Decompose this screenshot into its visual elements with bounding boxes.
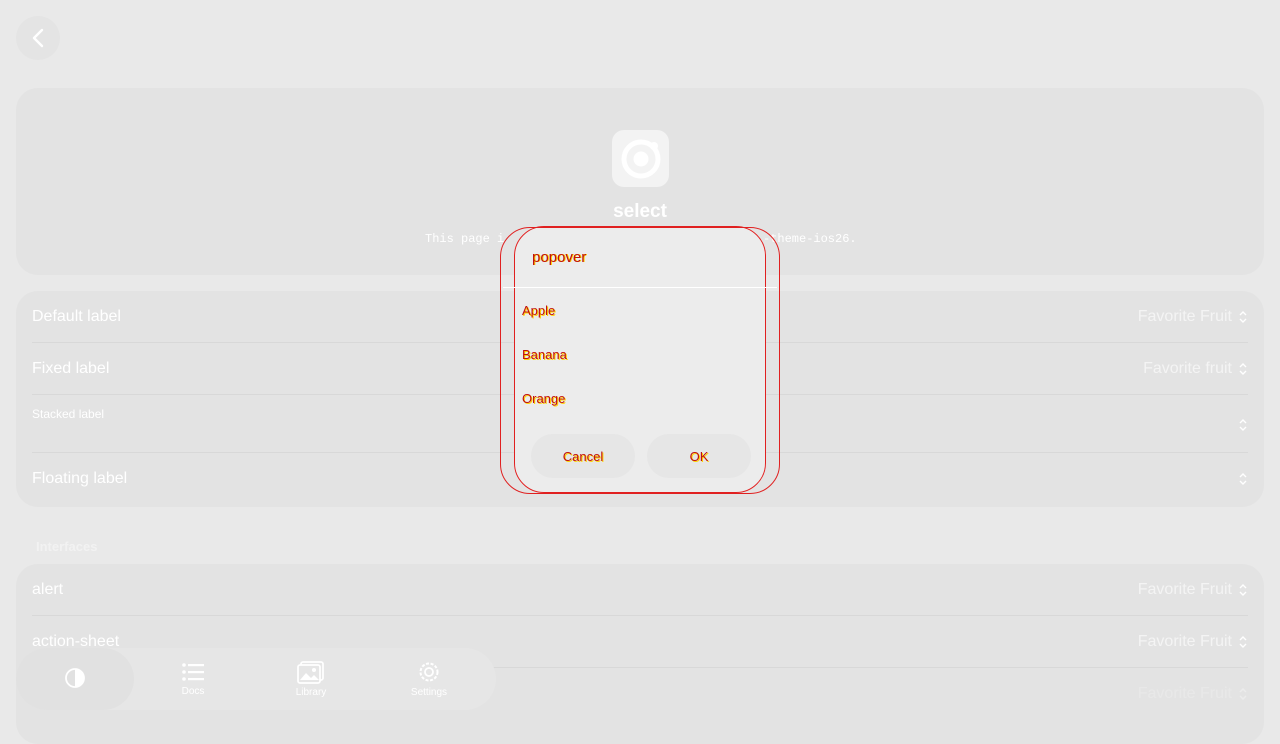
tab-library[interactable]: Library (252, 648, 370, 710)
select-label: Default label (32, 307, 121, 325)
tab-bar: Docs Library Settings (16, 648, 496, 710)
select-popover-dialog: popover Apple Banana Orange Cancel OK (500, 226, 780, 494)
tab-docs[interactable]: Docs (134, 648, 252, 710)
tab-label: Docs (181, 686, 205, 697)
page-description-left: This page i (425, 232, 505, 246)
chevron-up-down-icon (1239, 419, 1247, 431)
select-placeholder: Favorite Fruit (1137, 307, 1232, 325)
theme-icon (65, 667, 85, 688)
select-label: Fixed label (32, 359, 110, 377)
chevron-up-down-icon (1239, 635, 1247, 648)
tab-label: Settings (410, 687, 448, 698)
chevron-up-down-icon (1239, 362, 1247, 375)
back-button[interactable] (16, 16, 60, 60)
tab-settings[interactable]: Settings (370, 648, 488, 710)
select-value-wrap: Favorite Fruit (1138, 308, 1248, 326)
select-value-wrap (1232, 471, 1248, 487)
popover-option-banana[interactable]: Banana (522, 347, 567, 362)
select-label: Floating label (32, 470, 128, 487)
ok-button[interactable]: OK (647, 434, 751, 478)
select-placeholder: Favorite Fruit (1137, 580, 1232, 598)
chevron-up-down-icon (1239, 310, 1247, 323)
select-placeholder: Favorite fruit (1143, 359, 1232, 377)
chevron-up-down-icon (1239, 473, 1247, 485)
popover-option-apple[interactable]: Apple (522, 303, 555, 318)
chevron-up-down-icon (1239, 583, 1247, 596)
select-value-wrap (1232, 417, 1248, 433)
select-placeholder: Favorite Fruit (1137, 632, 1232, 650)
cancel-button[interactable]: Cancel (531, 434, 635, 478)
tab-theme[interactable] (16, 648, 134, 710)
popover-title: popover (532, 249, 587, 266)
select-label: alert (32, 580, 64, 598)
chevron-left-icon (32, 28, 44, 48)
page-title: select (613, 201, 667, 222)
image-icon (297, 661, 324, 684)
select-value-wrap: Favorite fruit (1143, 360, 1248, 378)
popover-option-orange[interactable]: Orange (522, 391, 565, 406)
select-alert[interactable]: alert Favorite Fruit (32, 564, 1248, 616)
ionic-logo-icon (621, 139, 660, 178)
select-label: Stacked label (32, 407, 105, 421)
select-value-wrap: Favorite Fruit (1138, 633, 1248, 651)
page-description-right: -theme-ios26. (763, 232, 857, 246)
list-icon (182, 663, 204, 681)
tab-label: Library (295, 687, 327, 698)
select-value-wrap: Favorite Fruit (1138, 581, 1248, 599)
select-value-wrap: Favorite Fruit (1138, 685, 1248, 703)
ionic-logo (612, 130, 669, 187)
popover-divider (503, 287, 777, 288)
section-heading: Interfaces (36, 539, 98, 554)
select-placeholder: Favorite Fruit (1137, 685, 1232, 702)
gear-icon (419, 662, 439, 682)
chevron-up-down-icon (1239, 688, 1247, 700)
